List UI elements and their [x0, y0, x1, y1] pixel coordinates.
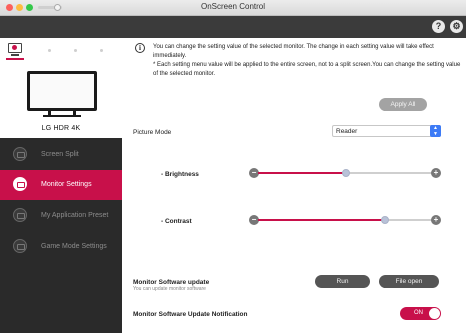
sidebar-item-screen-split[interactable]: Screen Split: [0, 140, 122, 170]
brightness-increase-button[interactable]: +: [431, 168, 441, 178]
contrast-slider-rest: [385, 219, 434, 221]
brightness-label: - Brightness: [161, 171, 199, 178]
title-bar: OnScreen Control: [0, 0, 466, 16]
info-line-2: * Each setting menu value will be applie…: [153, 62, 461, 77]
help-icon[interactable]: ?: [432, 20, 445, 33]
brightness-slider[interactable]: [258, 169, 434, 177]
monitor-name: LG HDR 4K: [41, 125, 81, 132]
monitor-thumbnail-icon[interactable]: [8, 43, 22, 53]
sidebar-item-game-mode-settings[interactable]: Game Mode Settings: [0, 232, 122, 262]
toggle-state-label: ON: [414, 310, 423, 316]
monitor-thumbnail-stand: [11, 54, 19, 56]
gear-icon[interactable]: ⚙: [450, 20, 463, 33]
info-icon: i: [135, 43, 145, 53]
game-mode-icon: [13, 239, 27, 253]
software-update-title: Monitor Software update: [133, 279, 210, 286]
monitor-slot-dot[interactable]: [100, 49, 103, 52]
sidebar-item-my-application-preset[interactable]: My Application Preset: [0, 201, 122, 231]
sidebar-item-label: Screen Split: [41, 151, 79, 158]
info-text: You can change the setting value of the …: [153, 43, 461, 79]
update-notification-toggle[interactable]: ON: [400, 307, 441, 320]
contrast-increase-button[interactable]: +: [431, 215, 441, 225]
apply-all-button[interactable]: Apply All: [379, 98, 427, 111]
picture-mode-label: Picture Mode: [133, 129, 172, 136]
monitor-settings-icon: [13, 177, 27, 191]
window-title: OnScreen Control: [200, 2, 266, 11]
monitor-selected-indicator: [6, 58, 24, 60]
application-preset-icon: [13, 208, 27, 222]
screen-split-icon: [13, 147, 27, 161]
sidebar: LG HDR 4K Screen Split Monitor Settings …: [0, 38, 122, 333]
picture-mode-select[interactable]: Reader ▲ ▼: [332, 125, 441, 137]
picture-mode-value: Reader: [336, 128, 358, 135]
update-notification-label: Monitor Software Update Notification: [133, 311, 248, 318]
brightness-slider-rest: [346, 172, 434, 174]
sidebar-item-label: My Application Preset: [41, 212, 109, 219]
monitor-slot-dot[interactable]: [48, 49, 51, 52]
file-open-button[interactable]: File open: [379, 275, 439, 288]
run-button[interactable]: Run: [315, 275, 370, 288]
contrast-slider[interactable]: [258, 216, 434, 224]
contrast-label: - Contrast: [161, 218, 192, 225]
monitor-slot-dot[interactable]: [74, 49, 77, 52]
monitor-illustration-base: [43, 115, 81, 117]
toggle-knob: [429, 308, 440, 319]
header-bar: ? ⚙: [0, 16, 466, 38]
sidebar-item-label: Game Mode Settings: [41, 243, 107, 250]
sidebar-item-label: Monitor Settings: [41, 181, 92, 188]
info-line-1: You can change the setting value of the …: [153, 44, 434, 59]
brightness-slider-knob[interactable]: [342, 169, 350, 177]
contrast-slider-knob[interactable]: [381, 216, 389, 224]
software-update-subtitle: You can update monitor software: [133, 286, 206, 292]
monitor-illustration: [27, 71, 97, 111]
chevron-updown-icon: ▲ ▼: [430, 125, 441, 137]
main-panel: i You can change the setting value of th…: [122, 38, 466, 333]
sidebar-item-monitor-settings[interactable]: Monitor Settings: [0, 170, 122, 200]
monitor-panel: LG HDR 4K: [0, 38, 122, 138]
